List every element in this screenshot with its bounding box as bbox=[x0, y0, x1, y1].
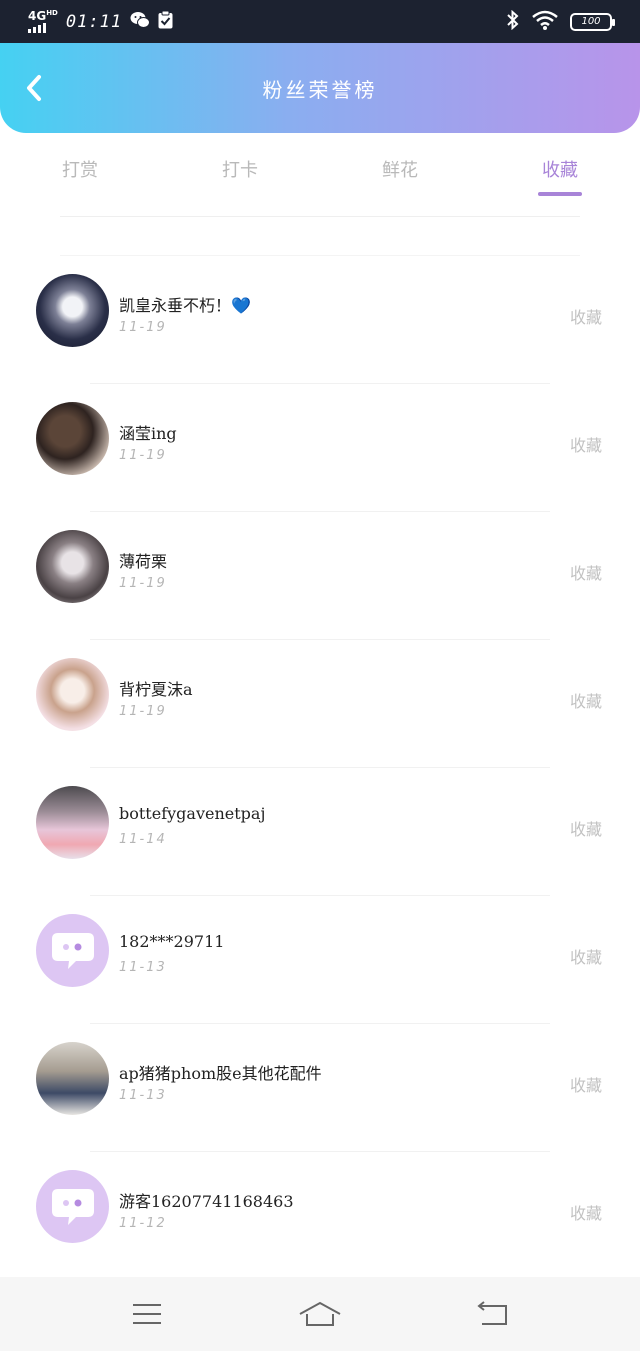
list-item[interactable]: 游客16207741168463 11-12 收藏 bbox=[0, 1152, 640, 1280]
avatar bbox=[36, 658, 109, 731]
home-icon bbox=[299, 1301, 341, 1326]
list-item[interactable]: 182***29711 11-13 收藏 bbox=[0, 896, 640, 1024]
favorite-label: 收藏 bbox=[569, 948, 602, 967]
chat-bubble-icon bbox=[51, 932, 94, 969]
favorite-label: 收藏 bbox=[569, 564, 602, 583]
page-header: 粉丝荣誉榜 bbox=[0, 43, 640, 133]
item-date: 11-19 bbox=[119, 576, 167, 591]
back-button[interactable] bbox=[18, 72, 50, 104]
tab-label: 打赏 bbox=[62, 160, 98, 181]
avatar bbox=[36, 1170, 109, 1243]
item-date: 11-14 bbox=[119, 832, 167, 847]
chat-bubble-icon bbox=[51, 1188, 94, 1225]
tab-label: 打卡 bbox=[222, 160, 258, 181]
item-date: 11-19 bbox=[119, 320, 167, 335]
user-name: 背柠夏沫a bbox=[119, 680, 193, 699]
item-date: 11-12 bbox=[119, 1216, 167, 1231]
favorite-label: 收藏 bbox=[569, 1076, 602, 1095]
list-item[interactable]: 凯皇永垂不朽！💙 11-19 收藏 bbox=[0, 256, 640, 384]
signal-icon: 4GHD bbox=[28, 10, 58, 33]
status-bar: 4GHD 01:11 100 bbox=[0, 0, 640, 43]
return-icon bbox=[477, 1301, 508, 1325]
user-name: 游客16207741168463 bbox=[119, 1192, 294, 1211]
avatar bbox=[36, 530, 109, 603]
status-right: 100 bbox=[506, 9, 615, 34]
tab-label: 收藏 bbox=[542, 160, 578, 181]
tab-favorites[interactable]: 收藏 bbox=[480, 150, 640, 200]
user-name: ap猪猪phom股e其他花配件 bbox=[119, 1064, 322, 1083]
network-label: 4GHD bbox=[28, 9, 58, 23]
page-title: 粉丝荣誉榜 bbox=[262, 77, 378, 102]
tab-checkin[interactable]: 打卡 bbox=[160, 150, 320, 200]
menu-icon bbox=[132, 1304, 161, 1324]
user-name: bottefygavenetpaj bbox=[119, 804, 266, 823]
back-nav-button[interactable] bbox=[463, 1294, 523, 1334]
tab-flowers[interactable]: 鲜花 bbox=[320, 150, 480, 200]
list-item[interactable]: 背柠夏沫a 11-19 收藏 bbox=[0, 640, 640, 768]
list-item[interactable]: ap猪猪phom股e其他花配件 11-13 收藏 bbox=[0, 1024, 640, 1152]
list-item[interactable]: 薄荷栗 11-19 收藏 bbox=[0, 512, 640, 640]
favorite-label: 收藏 bbox=[569, 692, 602, 711]
system-nav-bar bbox=[0, 1277, 640, 1351]
avatar bbox=[36, 1042, 109, 1115]
item-date: 11-19 bbox=[119, 448, 167, 463]
item-date: 11-13 bbox=[119, 960, 167, 975]
active-tab-indicator bbox=[538, 192, 582, 196]
wifi-icon bbox=[532, 10, 558, 34]
fan-list: 凯皇永垂不朽！💙 11-19 收藏 涵莹ing 11-19 收藏 薄荷栗 11-… bbox=[0, 256, 640, 1280]
user-name: 182***29711 bbox=[119, 932, 225, 951]
bluetooth-icon bbox=[506, 9, 520, 34]
battery-level: 100 bbox=[581, 16, 601, 27]
list-item[interactable]: 涵莹ing 11-19 收藏 bbox=[0, 384, 640, 512]
menu-button[interactable] bbox=[117, 1294, 177, 1334]
avatar bbox=[36, 786, 109, 859]
item-date: 11-19 bbox=[119, 704, 167, 719]
status-time: 01:11 bbox=[65, 11, 123, 32]
favorite-label: 收藏 bbox=[569, 1204, 602, 1223]
avatar bbox=[36, 274, 109, 347]
avatar bbox=[36, 914, 109, 987]
avatar bbox=[36, 402, 109, 475]
tab-reward[interactable]: 打赏 bbox=[0, 150, 160, 200]
user-name: 凯皇永垂不朽！💙 bbox=[119, 296, 251, 315]
item-date: 11-13 bbox=[119, 1088, 167, 1103]
chevron-left-icon bbox=[27, 75, 41, 101]
user-name: 涵莹ing bbox=[119, 424, 177, 443]
status-left: 4GHD 01:11 bbox=[28, 10, 173, 33]
list-item[interactable]: bottefygavenetpaj 11-14 收藏 bbox=[0, 768, 640, 896]
divider bbox=[60, 216, 580, 217]
favorite-label: 收藏 bbox=[569, 436, 602, 455]
tab-label: 鲜花 bbox=[382, 160, 418, 181]
clipboard-check-icon bbox=[158, 10, 173, 33]
wechat-icon bbox=[130, 11, 151, 33]
home-button[interactable] bbox=[290, 1294, 350, 1334]
battery-icon: 100 bbox=[570, 12, 615, 31]
user-name: 薄荷栗 bbox=[119, 552, 168, 571]
favorite-label: 收藏 bbox=[569, 820, 602, 839]
favorite-label: 收藏 bbox=[569, 308, 602, 327]
tab-bar: 打赏 打卡 鲜花 收藏 bbox=[0, 150, 640, 200]
